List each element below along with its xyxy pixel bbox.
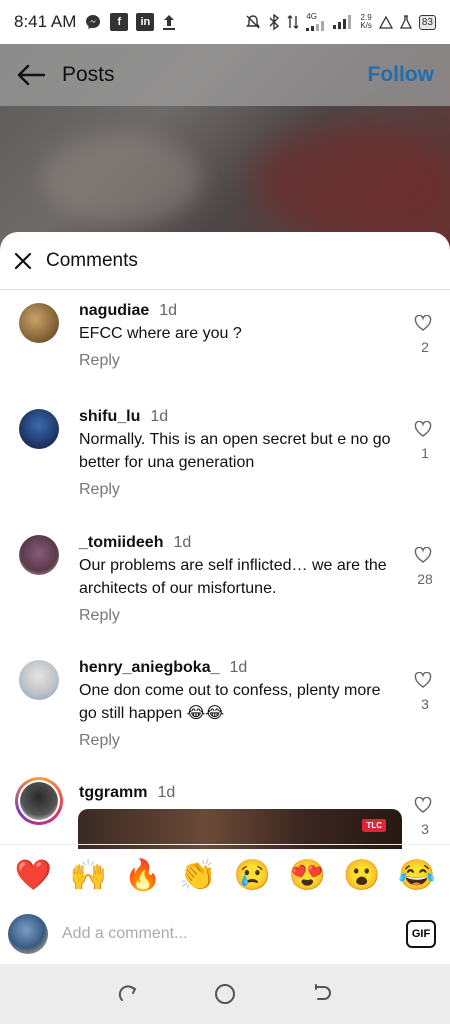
comment-list[interactable]: nagudiae 1d EFCC where are you ? Reply 2 … — [0, 291, 450, 843]
emoji-crying-button[interactable]: 😢 — [234, 860, 271, 891]
sheet-title: Comments — [46, 249, 138, 271]
emoji-fire-button[interactable]: 🔥 — [124, 860, 161, 891]
reply-button[interactable]: Reply — [79, 732, 120, 750]
like-count: 1 — [421, 445, 429, 461]
emoji-heart-eyes-button[interactable]: 😍 — [288, 860, 325, 891]
system-nav-bar — [0, 964, 450, 1024]
comment-text: Our problems are self inflicted… we are … — [79, 557, 387, 597]
like-count: 3 — [421, 821, 429, 837]
comment-time: 1d — [157, 784, 176, 801]
flask-icon — [399, 15, 412, 29]
emoji-reaction-bar: ❤️ 🙌 🔥 👏 😢 😍 😮 😂 — [0, 844, 450, 906]
linkedin-icon: in — [136, 13, 155, 31]
avatar[interactable] — [19, 535, 59, 575]
messenger-icon — [84, 13, 102, 31]
comment-input[interactable] — [62, 916, 406, 952]
emoji-clap-button[interactable]: 👏 — [179, 860, 216, 891]
avatar-story-ring[interactable] — [15, 777, 63, 825]
comment-time: 1d — [159, 302, 178, 319]
signal-icon — [333, 15, 353, 29]
home-icon[interactable] — [210, 979, 240, 1009]
comment-username[interactable]: shifu_lu 1d — [79, 408, 168, 426]
comment-username[interactable]: henry_aniegboka_ 1d — [79, 659, 247, 677]
data-transfer-icon — [287, 14, 299, 30]
tlc-logo-badge: TLC — [362, 819, 386, 832]
current-user-avatar[interactable] — [8, 914, 48, 954]
like-count: 3 — [421, 696, 429, 712]
facebook-icon: f — [110, 13, 129, 31]
comment-text: Normally. This is an open secret but e n… — [79, 431, 391, 471]
status-bar: 8:41 AM f in 4G 2.9 K/s 83 — [0, 0, 450, 44]
comment-composer: GIF — [0, 906, 450, 962]
comment-username[interactable]: tggramm 1d — [79, 784, 175, 802]
avatar[interactable] — [19, 660, 59, 700]
comment-time: 1d — [150, 408, 169, 425]
emoji-laughing-button[interactable]: 😂 — [398, 860, 435, 891]
gif-button[interactable]: GIF — [406, 920, 436, 948]
emoji-heart-button[interactable]: ❤️ — [15, 860, 52, 891]
comment-text: EFCC where are you ? — [79, 325, 242, 342]
comment-username[interactable]: _tomiideeh 1d — [79, 534, 191, 552]
page-title: Posts — [62, 63, 115, 86]
comment-text: One don come out to confess, plenty more… — [79, 682, 381, 722]
top-bar: Posts Follow — [0, 44, 450, 106]
status-time: 8:41 AM — [14, 12, 77, 31]
emoji-raised-hands-button[interactable]: 🙌 — [69, 860, 106, 891]
like-count: 2 — [421, 339, 429, 355]
back-arrow-icon[interactable] — [16, 60, 46, 90]
heart-icon[interactable] — [413, 796, 433, 814]
status-right-icons: 4G 2.9 K/s 83 — [245, 13, 436, 31]
network-speed: 2.9 K/s — [360, 13, 372, 30]
warning-icon — [378, 15, 393, 29]
mute-bell-icon — [245, 14, 261, 30]
heart-icon[interactable] — [413, 671, 433, 689]
avatar[interactable] — [19, 409, 59, 449]
emoji-surprised-button[interactable]: 😮 — [343, 860, 380, 891]
signal-4g-icon: 4G — [306, 13, 326, 31]
bluetooth-icon — [268, 14, 280, 30]
heart-icon[interactable] — [413, 420, 433, 438]
recents-icon[interactable] — [113, 979, 143, 1009]
close-icon[interactable] — [12, 250, 34, 272]
reply-button[interactable]: Reply — [79, 481, 120, 499]
reply-button[interactable]: Reply — [79, 352, 120, 370]
notification-icons: f in — [84, 13, 176, 31]
comments-header: Comments — [0, 232, 450, 290]
follow-button[interactable]: Follow — [368, 63, 435, 87]
comment-media-thumbnail[interactable]: TLC — [78, 809, 402, 849]
upload-icon — [162, 13, 176, 31]
like-count: 28 — [417, 571, 433, 587]
battery-indicator: 83 — [418, 14, 436, 30]
comment-time: 1d — [173, 534, 192, 551]
avatar[interactable] — [19, 303, 59, 343]
heart-icon[interactable] — [413, 546, 433, 564]
back-nav-icon[interactable] — [307, 979, 337, 1009]
reply-button[interactable]: Reply — [79, 607, 120, 625]
heart-icon[interactable] — [413, 314, 433, 332]
comment-username[interactable]: nagudiae 1d — [79, 302, 177, 320]
network-type: 4G — [306, 12, 317, 21]
comment-time: 1d — [229, 659, 248, 676]
